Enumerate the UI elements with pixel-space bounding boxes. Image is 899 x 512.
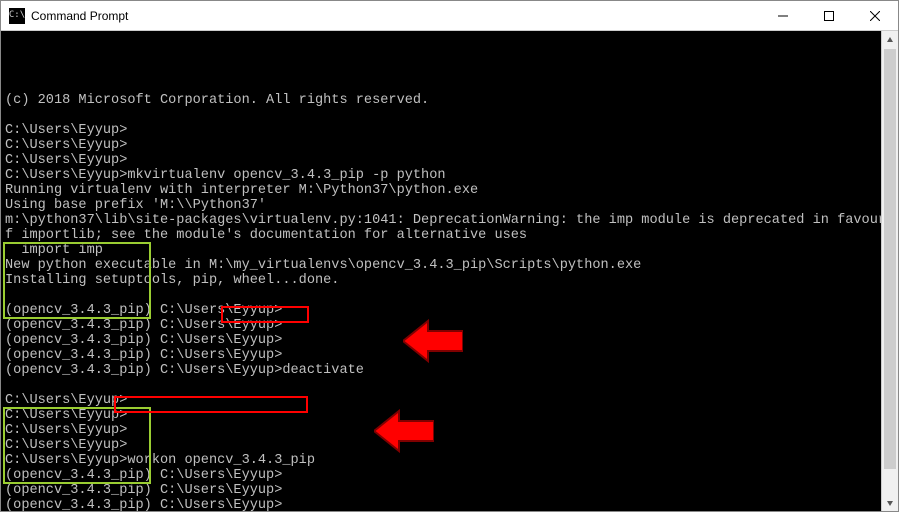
cmd-icon: C:\ <box>9 8 25 24</box>
window-title: Command Prompt <box>31 9 128 23</box>
terminal-line: import imp <box>5 243 877 258</box>
scroll-up-arrow-icon[interactable] <box>882 31 898 48</box>
terminal-line <box>5 288 877 303</box>
terminal-line <box>5 378 877 393</box>
terminal-line: C:\Users\Eyyup>mkvirtualenv opencv_3.4.3… <box>5 168 877 183</box>
terminal-line: (opencv_3.4.3_pip) C:\Users\Eyyup> <box>5 318 877 333</box>
terminal-line: (opencv_3.4.3_pip) C:\Users\Eyyup> <box>5 483 877 498</box>
terminal-line: New python executable in M:\my_virtualen… <box>5 258 877 273</box>
scroll-down-arrow-icon[interactable] <box>882 494 898 511</box>
minimize-button[interactable] <box>760 1 806 31</box>
vertical-scrollbar[interactable] <box>881 31 898 511</box>
terminal-line <box>5 108 877 123</box>
maximize-button[interactable] <box>806 1 852 31</box>
terminal-line: C:\Users\Eyyup> <box>5 408 877 423</box>
terminal-line: (c) 2018 Microsoft Corporation. All righ… <box>5 93 877 108</box>
terminal-line: C:\Users\Eyyup>workon opencv_3.4.3_pip <box>5 453 877 468</box>
terminal-line: m:\python37\lib\site-packages\virtualenv… <box>5 213 877 228</box>
terminal-line: (opencv_3.4.3_pip) C:\Users\Eyyup> <box>5 348 877 363</box>
terminal-line: Installing setuptools, pip, wheel...done… <box>5 273 877 288</box>
close-button[interactable] <box>852 1 898 31</box>
terminal-line: C:\Users\Eyyup> <box>5 393 877 408</box>
terminal-line: (opencv_3.4.3_pip) C:\Users\Eyyup>deacti… <box>5 363 877 378</box>
window-titlebar: C:\ Command Prompt <box>1 1 898 31</box>
terminal-line: C:\Users\Eyyup> <box>5 438 877 453</box>
terminal-line: C:\Users\Eyyup> <box>5 423 877 438</box>
terminal-output[interactable]: (c) 2018 Microsoft Corporation. All righ… <box>1 31 881 511</box>
terminal-line: f importlib; see the module's documentat… <box>5 228 877 243</box>
terminal-line: C:\Users\Eyyup> <box>5 153 877 168</box>
terminal-line: (opencv_3.4.3_pip) C:\Users\Eyyup> <box>5 303 877 318</box>
terminal-line: Using base prefix 'M:\\Python37' <box>5 198 877 213</box>
terminal-line: (opencv_3.4.3_pip) C:\Users\Eyyup> <box>5 468 877 483</box>
terminal-line: (opencv_3.4.3_pip) C:\Users\Eyyup> <box>5 333 877 348</box>
terminal-line: Running virtualenv with interpreter M:\P… <box>5 183 877 198</box>
terminal-line: C:\Users\Eyyup> <box>5 123 877 138</box>
scroll-thumb[interactable] <box>884 49 896 469</box>
terminal-line: C:\Users\Eyyup> <box>5 138 877 153</box>
terminal-line: (opencv_3.4.3_pip) C:\Users\Eyyup> <box>5 498 877 511</box>
